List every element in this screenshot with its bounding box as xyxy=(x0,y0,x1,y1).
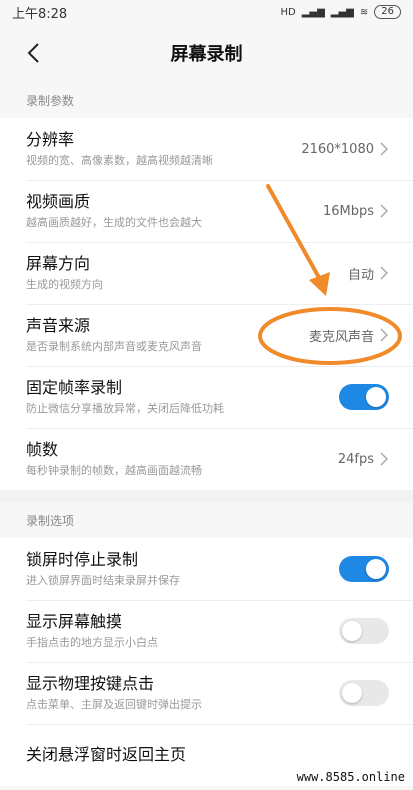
row-right xyxy=(339,618,389,644)
row-title: 分辨率 xyxy=(26,130,75,149)
row-description: 视频的宽、高像素数，越高视频越清晰 xyxy=(26,154,213,167)
status-bar: 上午8:28 HD ▂▄▆ ▂▄▆ ≋ 26 xyxy=(0,0,413,24)
back-arrow-icon xyxy=(27,43,39,63)
toggle-switch[interactable] xyxy=(339,618,389,644)
signal-bars-icon: ▂▄▆ xyxy=(301,6,325,18)
settings-row[interactable]: 声音来源是否录制系统内部声音或麦克风声音 麦克风声音 xyxy=(0,304,413,366)
row-description: 点击菜单、主屏及返回键时弹出提示 xyxy=(26,698,202,711)
row-text: 分辨率视频的宽、高像素数，越高视频越清晰 xyxy=(26,129,213,169)
chevron-right-icon xyxy=(380,328,389,342)
settings-group: 锁屏时停止录制 进入锁屏界面时结束录屏并保存 显示屏幕触摸 手指点击的地方显示小白点显… xyxy=(0,538,413,786)
row-title: 锁屏时停止录制 xyxy=(26,550,139,569)
chevron-right-icon xyxy=(380,142,389,156)
row-text: 屏幕方向生成的视频方向 xyxy=(26,253,103,293)
row-title: 屏幕方向 xyxy=(26,254,91,273)
row-text: 关闭悬浮窗时返回主页 xyxy=(26,744,186,766)
nav-bar: 屏幕录制 xyxy=(0,24,413,82)
section-gap xyxy=(0,490,413,502)
battery-indicator: 26 xyxy=(374,5,401,19)
back-button[interactable] xyxy=(18,38,48,68)
status-icons: HD ▂▄▆ ▂▄▆ ≋ 26 xyxy=(280,5,401,19)
row-text: 锁屏时停止录制进入锁屏界面时结束录屏并保存 xyxy=(26,549,180,589)
row-title: 显示物理按键点击 xyxy=(26,674,155,693)
row-text: 帧数每秒钟录制的帧数，越高画面越流畅 xyxy=(26,439,202,479)
row-value: 24fps xyxy=(337,451,374,467)
row-title: 固定帧率录制 xyxy=(26,378,123,397)
row-description: 手指点击的地方显示小白点 xyxy=(26,636,158,649)
row-value: 麦克风声音 xyxy=(308,329,374,345)
wifi-icon: ≋ xyxy=(359,6,369,18)
section-header: 录制选项 xyxy=(0,502,413,538)
row-text: 显示屏幕触摸手指点击的地方显示小白点 xyxy=(26,611,158,651)
toggle-knob xyxy=(366,387,386,407)
row-value: 自动 xyxy=(347,267,374,283)
chevron-right-icon xyxy=(380,204,389,218)
signal-bars-icon-2: ▂▄▆ xyxy=(330,6,354,18)
row-description: 生成的视频方向 xyxy=(26,278,103,291)
settings-row[interactable]: 帧数每秒钟录制的帧数，越高画面越流畅 24fps xyxy=(0,428,413,490)
row-title: 显示屏幕触摸 xyxy=(26,612,123,631)
settings-row[interactable]: 显示物理按键点击点击菜单、主屏及返回键时弹出提示 xyxy=(0,662,413,724)
toggle-knob xyxy=(342,621,362,641)
page-title: 屏幕录制 xyxy=(170,44,243,65)
row-title: 视频画质 xyxy=(26,192,91,211)
row-right xyxy=(339,556,389,582)
settings-row[interactable]: 视频画质越高画质越好，生成的文件也会越大 16Mbps xyxy=(0,180,413,242)
chevron-right-icon xyxy=(380,452,389,466)
row-text: 固定帧率录制防止微信分享播放异常，关闭后降低功耗 xyxy=(26,377,224,417)
row-description: 是否录制系统内部声音或麦克风声音 xyxy=(26,340,202,353)
settings-group: 分辨率视频的宽、高像素数，越高视频越清晰 2160*1080 视频画质越高画质越好，… xyxy=(0,118,413,490)
row-text: 显示物理按键点击点击菜单、主屏及返回键时弹出提示 xyxy=(26,673,202,713)
toggle-switch[interactable] xyxy=(339,680,389,706)
row-description: 越高画质越好，生成的文件也会越大 xyxy=(26,216,202,229)
row-right xyxy=(339,680,389,706)
toggle-knob xyxy=(366,559,386,579)
settings-row[interactable]: 屏幕方向生成的视频方向 自动 xyxy=(0,242,413,304)
row-title: 声音来源 xyxy=(26,316,91,335)
row-description: 每秒钟录制的帧数，越高画面越流畅 xyxy=(26,464,202,477)
row-value: 2160*1080 xyxy=(301,141,374,157)
settings-content: 录制参数分辨率视频的宽、高像素数，越高视频越清晰 2160*1080 视频画质越高画… xyxy=(0,82,413,786)
row-right: 16Mbps xyxy=(323,204,389,219)
row-right: 麦克风声音 xyxy=(309,326,389,345)
watermark: www.8585.online xyxy=(294,770,407,784)
row-right xyxy=(339,384,389,410)
row-text: 声音来源是否录制系统内部声音或麦克风声音 xyxy=(26,315,202,355)
row-right: 24fps xyxy=(338,452,389,467)
row-description: 进入锁屏界面时结束录屏并保存 xyxy=(26,574,180,587)
toggle-switch[interactable] xyxy=(339,384,389,410)
row-text: 视频画质越高画质越好，生成的文件也会越大 xyxy=(26,191,202,231)
settings-row[interactable]: 固定帧率录制防止微信分享播放异常，关闭后降低功耗 xyxy=(0,366,413,428)
row-description: 防止微信分享播放异常，关闭后降低功耗 xyxy=(26,402,224,415)
status-time: 上午8:28 xyxy=(12,6,68,22)
row-title: 帧数 xyxy=(26,440,59,459)
toggle-knob xyxy=(342,683,362,703)
section-header: 录制参数 xyxy=(0,82,413,118)
row-title: 关闭悬浮窗时返回主页 xyxy=(26,745,187,764)
settings-row[interactable]: 显示屏幕触摸手指点击的地方显示小白点 xyxy=(0,600,413,662)
toggle-switch[interactable] xyxy=(339,556,389,582)
signal-icon: HD xyxy=(280,6,296,18)
row-value: 16Mbps xyxy=(322,203,374,219)
settings-row[interactable]: 分辨率视频的宽、高像素数，越高视频越清晰 2160*1080 xyxy=(0,118,413,180)
settings-row[interactable]: 锁屏时停止录制进入锁屏界面时结束录屏并保存 xyxy=(0,538,413,600)
row-right: 2160*1080 xyxy=(301,142,389,157)
row-right: 自动 xyxy=(348,264,389,283)
chevron-right-icon xyxy=(380,266,389,280)
